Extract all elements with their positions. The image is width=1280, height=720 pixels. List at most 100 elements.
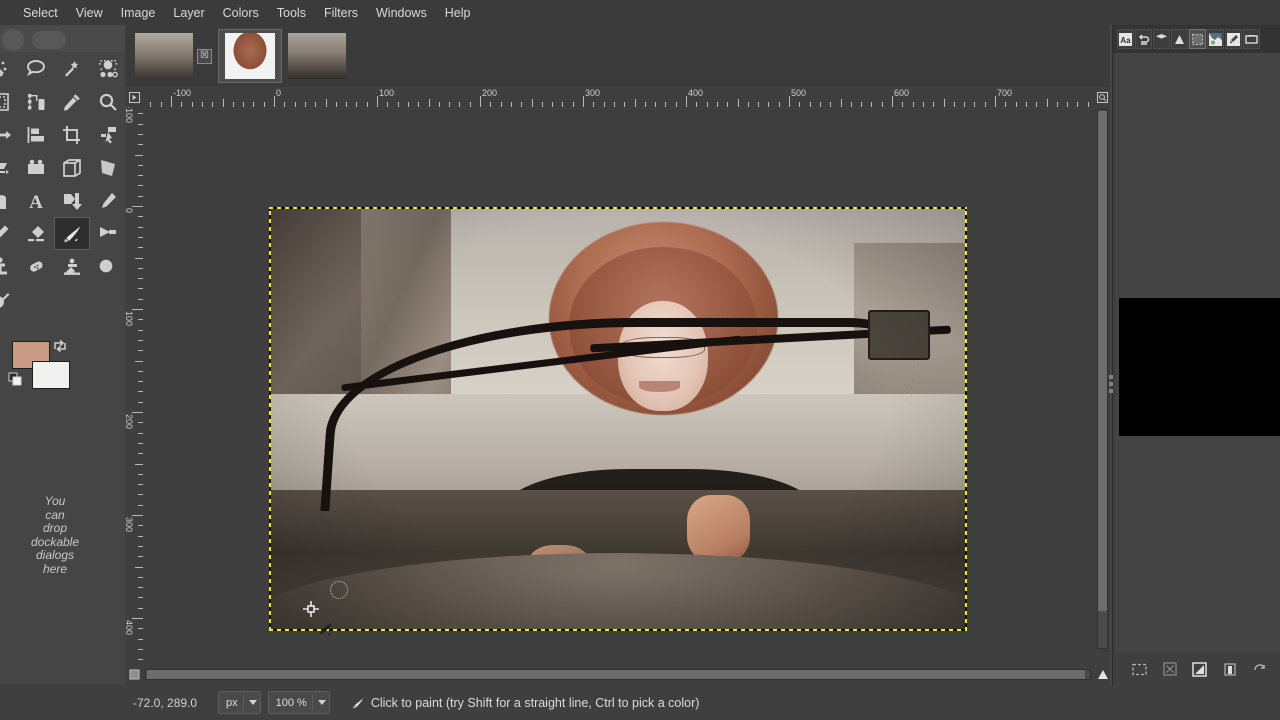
vertical-ruler[interactable]: -100 0 100 200 300 400 (125, 107, 143, 667)
menu-filters[interactable]: Filters (315, 3, 367, 23)
menu-image[interactable]: Image (112, 3, 165, 23)
cage-transform-tool[interactable] (90, 151, 126, 184)
ruler-minor-tick (943, 99, 945, 107)
image-tab-2-thumbnail (225, 33, 275, 79)
measure-tool[interactable] (18, 85, 54, 118)
ruler-minor-tick (531, 99, 533, 107)
ruler-major-tick (132, 412, 143, 413)
zoom-tool[interactable] (90, 85, 126, 118)
tab-brushes-icon[interactable] (1225, 29, 1242, 49)
ruler-label: 200 (125, 414, 134, 430)
magic-wand-tool[interactable] (54, 52, 90, 85)
raise-item-button[interactable] (1161, 661, 1178, 678)
transform-tool[interactable] (90, 118, 126, 151)
tab-channels-icon[interactable] (1171, 29, 1188, 49)
dock-black-preview[interactable] (1119, 298, 1280, 436)
menu-select[interactable]: Select (14, 3, 67, 23)
ruler-label: 500 (791, 88, 807, 98)
3d-transform-tool[interactable] (54, 151, 90, 184)
ink-tool[interactable] (54, 217, 90, 250)
ruler-label: 700 (997, 88, 1013, 98)
airbrush-tool[interactable] (90, 217, 126, 250)
image-tab-1[interactable]: ☒ (129, 29, 218, 83)
zoom-selector[interactable]: 100 % (267, 691, 330, 714)
fuzzy-select-tool[interactable] (0, 52, 18, 85)
ruler-minor-tick (135, 566, 143, 568)
menu-layer[interactable]: Layer (164, 3, 213, 23)
tool-empty-1 (18, 283, 54, 316)
tab-patterns-icon[interactable] (1207, 29, 1224, 49)
hscroll-thumb[interactable] (147, 670, 1085, 679)
canvas-area[interactable] (143, 107, 1095, 667)
ruler-major-tick (132, 309, 143, 310)
ink-tool-cursor (303, 601, 332, 636)
image-canvas[interactable] (269, 207, 967, 631)
image-menu-button[interactable] (125, 87, 143, 107)
align-tool[interactable] (18, 118, 54, 151)
tab-gradients-icon[interactable] (1189, 29, 1206, 49)
perspective-tool[interactable] (18, 151, 54, 184)
mypaint-brush-tool[interactable] (0, 283, 18, 316)
clone-tool[interactable] (0, 250, 18, 283)
ruler-minor-tick (135, 154, 143, 156)
ruler-minor-tick (325, 99, 327, 107)
refresh-button[interactable] (1251, 661, 1268, 678)
reset-colors-icon[interactable] (8, 372, 24, 388)
tab-fonts-icon[interactable]: Aa (1117, 29, 1134, 49)
canvas-vertical-scrollbar[interactable] (1095, 107, 1110, 667)
dock-hint-line: dockable (30, 534, 80, 549)
shear-tool[interactable] (0, 151, 18, 184)
image-window: ☒ -100 0 100 200 300 400 500 600 700 -100 0 100 200… (125, 25, 1110, 685)
pencil-tool[interactable] (90, 184, 126, 217)
dock-tab-strip: Aa (1113, 25, 1280, 53)
unit-selector[interactable]: px (218, 691, 261, 714)
new-item-button[interactable] (1131, 661, 1148, 678)
text-tool[interactable]: A (18, 184, 54, 217)
paintbrush-tool[interactable] (0, 217, 18, 250)
menu-view[interactable]: View (67, 3, 112, 23)
move-tool[interactable] (0, 118, 18, 151)
quick-mask-toggle-icon[interactable] (125, 667, 143, 682)
eraser-tool[interactable] (18, 217, 54, 250)
menu-tools[interactable]: Tools (268, 3, 315, 23)
ruler-label: 300 (585, 88, 601, 98)
bucket-fill-tool[interactable] (0, 184, 18, 217)
swap-colors-icon[interactable] (52, 338, 68, 354)
status-message: Click to paint (try Shift for a straight… (351, 696, 699, 710)
image-tab-3[interactable] (282, 29, 352, 83)
zoom-image-button[interactable] (1095, 87, 1110, 107)
ruler-major-tick (132, 515, 143, 516)
select-by-color-tool[interactable] (90, 52, 126, 85)
tab-images-icon[interactable] (1243, 29, 1260, 49)
right-dock: Aa (1109, 25, 1280, 685)
ruler-major-tick (377, 96, 378, 107)
free-select-tool[interactable] (18, 52, 54, 85)
menu-help[interactable]: Help (436, 3, 480, 23)
image-tab-1-close-icon[interactable]: ☒ (197, 48, 212, 64)
tab-undo-history-icon[interactable] (1135, 29, 1152, 49)
canvas-horizontal-scrollbar[interactable] (143, 667, 1095, 682)
duplicate-item-button[interactable] (1191, 661, 1208, 678)
menu-bar-filler (1110, 0, 1280, 25)
smudge-tool[interactable] (54, 250, 90, 283)
heal-tool[interactable] (18, 250, 54, 283)
background-color-swatch[interactable] (32, 361, 70, 389)
dock-resize-grip[interactable] (1109, 375, 1114, 399)
color-picker-tool[interactable] (54, 85, 90, 118)
crop-tool[interactable] (54, 118, 90, 151)
horizontal-ruler[interactable]: -100 0 100 200 300 400 500 600 700 (143, 87, 1095, 107)
image-tab-2[interactable] (218, 29, 282, 83)
dodge-burn-tool[interactable] (90, 250, 126, 283)
tab-layers-icon[interactable] (1153, 29, 1170, 49)
menu-colors[interactable]: Colors (214, 3, 268, 23)
vscroll-thumb[interactable] (1098, 111, 1107, 611)
ruler-major-tick (583, 96, 584, 107)
ruler-label: 100 (379, 88, 395, 98)
ruler-minor-tick (1046, 99, 1048, 107)
delete-item-button[interactable] (1221, 661, 1238, 678)
gradient-tool[interactable] (54, 184, 90, 217)
dock-body[interactable] (1115, 53, 1280, 653)
paths-tool[interactable] (0, 85, 18, 118)
menu-windows[interactable]: Windows (367, 3, 436, 23)
navigation-preview-button[interactable] (1095, 667, 1110, 682)
